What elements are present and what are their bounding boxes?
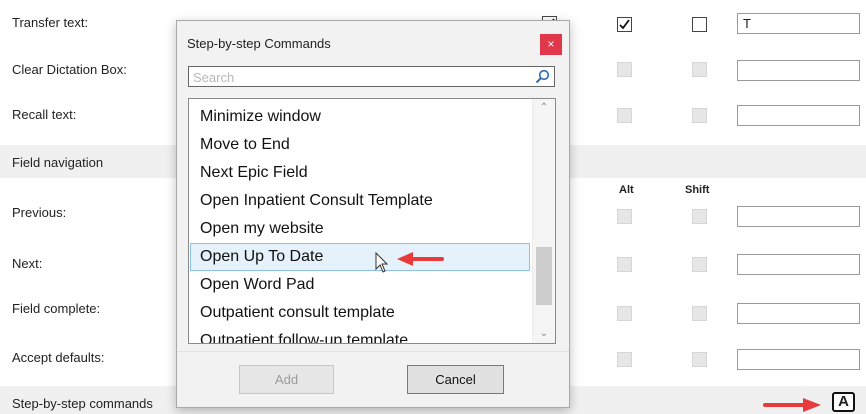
next-shift-checkbox[interactable]	[692, 257, 707, 272]
step-commands-heading: Step-by-step commands	[12, 396, 153, 411]
field-complete-label: Field complete:	[12, 301, 101, 316]
previous-label: Previous:	[12, 205, 67, 220]
field-complete-shift-checkbox[interactable]	[692, 306, 707, 321]
accept-key-field[interactable]	[737, 349, 860, 370]
list-scrollbar[interactable]: ⌃ ⌄	[532, 99, 555, 343]
previous-key-field[interactable]	[737, 206, 860, 227]
transfer-key-field[interactable]: T	[737, 13, 860, 34]
annotation-arrow-icon	[763, 398, 821, 412]
command-list[interactable]: Minimize window Move to End Next Epic Fi…	[188, 98, 556, 344]
field-complete-alt-checkbox[interactable]	[617, 306, 632, 321]
clear-key-field[interactable]	[737, 60, 860, 81]
accept-defaults-label: Accept defaults:	[12, 350, 105, 365]
cancel-button[interactable]: Cancel	[407, 365, 504, 394]
annotation-arrow-icon	[397, 252, 444, 266]
add-button[interactable]: Add	[239, 365, 334, 394]
field-complete-key-field[interactable]	[737, 303, 860, 324]
transfer-alt-checkbox[interactable]	[617, 17, 632, 32]
accept-alt-checkbox[interactable]	[617, 352, 632, 367]
list-item[interactable]: Open my website	[190, 215, 530, 243]
shift-column-header: Shift	[685, 184, 710, 196]
close-button[interactable]: ×	[540, 34, 562, 55]
clear-shift-checkbox[interactable]	[692, 62, 707, 77]
dialog-title: Step-by-step Commands	[187, 36, 331, 51]
alt-column-header: Alt	[619, 184, 634, 196]
transfer-shift-checkbox[interactable]	[692, 17, 707, 32]
scroll-up-icon[interactable]: ⌃	[533, 99, 555, 117]
mouse-cursor-icon	[375, 252, 389, 273]
previous-alt-checkbox[interactable]	[617, 209, 632, 224]
recall-key-field[interactable]	[737, 105, 860, 126]
clear-dictation-label: Clear Dictation Box:	[12, 62, 127, 77]
scrollbar-thumb[interactable]	[536, 247, 552, 305]
hotkey-badge[interactable]: A	[832, 392, 855, 412]
list-item[interactable]: Open Inpatient Consult Template	[190, 187, 530, 215]
list-item[interactable]: Open Word Pad	[190, 271, 530, 299]
accept-shift-checkbox[interactable]	[692, 352, 707, 367]
field-navigation-heading: Field navigation	[12, 155, 104, 170]
list-item[interactable]: Move to End	[190, 131, 530, 159]
list-item[interactable]: Outpatient consult template	[190, 299, 530, 327]
search-icon[interactable]	[535, 69, 550, 84]
next-label: Next:	[12, 256, 43, 271]
list-item-selected[interactable]: Open Up To Date	[190, 243, 530, 271]
clear-alt-checkbox[interactable]	[617, 62, 632, 77]
recall-alt-checkbox[interactable]	[617, 108, 632, 123]
list-item[interactable]: Outpatient follow-up template	[190, 327, 530, 343]
search-input[interactable]	[189, 67, 527, 87]
checkmark-icon	[619, 19, 630, 30]
list-item[interactable]: Next Epic Field	[190, 159, 530, 187]
list-item[interactable]: Minimize window	[190, 103, 530, 131]
recall-shift-checkbox[interactable]	[692, 108, 707, 123]
scroll-down-icon[interactable]: ⌄	[533, 325, 555, 343]
search-box[interactable]	[188, 66, 555, 87]
step-commands-dialog: Step-by-step Commands × Minimize window …	[176, 20, 570, 408]
footer-divider	[177, 351, 569, 352]
previous-shift-checkbox[interactable]	[692, 209, 707, 224]
recall-text-label: Recall text:	[12, 107, 77, 122]
transfer-text-label: Transfer text:	[12, 15, 89, 30]
next-alt-checkbox[interactable]	[617, 257, 632, 272]
next-key-field[interactable]	[737, 254, 860, 275]
